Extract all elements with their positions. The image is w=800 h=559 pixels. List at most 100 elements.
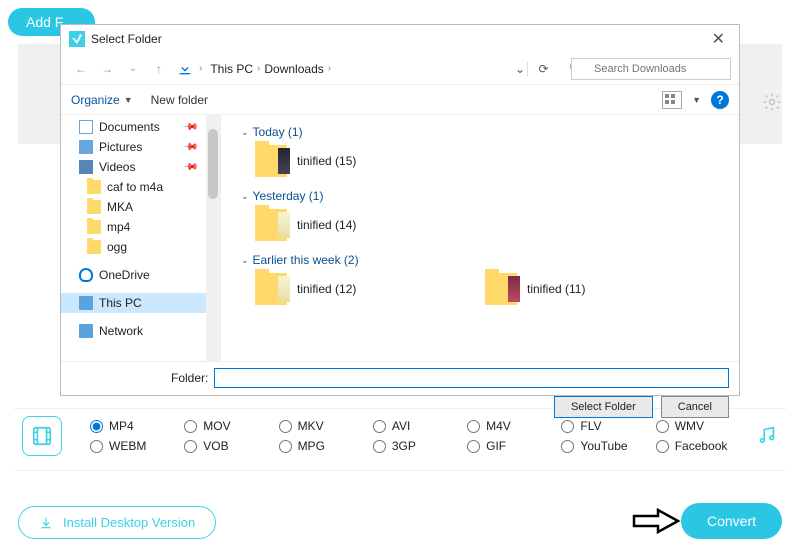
format-label: MPG — [298, 439, 325, 453]
dialog-toolbar: Organize ▼ New folder ▼ ? — [61, 85, 739, 115]
folder-item[interactable]: tinified (14) — [255, 209, 455, 241]
format-radio[interactable] — [279, 440, 292, 453]
format-radio[interactable] — [184, 440, 197, 453]
folder-item-label: tinified (11) — [527, 282, 685, 296]
sidebar-item-mp4[interactable]: mp4 — [61, 217, 220, 237]
group-label: Earlier this week (2) — [253, 253, 359, 267]
breadcrumb[interactable]: This PC › Downloads › ⌄ — [204, 62, 525, 76]
nav-recent-chevron-icon[interactable]: ⌄ — [121, 57, 145, 81]
refresh-button[interactable]: ⟳ — [527, 62, 553, 76]
sidebar-item-thispc[interactable]: This PC — [61, 293, 220, 313]
sidebar-item-pictures[interactable]: Pictures📌 — [61, 137, 220, 157]
folder-item[interactable]: tinified (12) — [255, 273, 455, 305]
video-output-icon[interactable] — [22, 416, 62, 456]
nav-back-button[interactable]: ← — [69, 57, 93, 81]
thispc-icon — [79, 296, 93, 310]
view-mode-button[interactable] — [662, 91, 682, 109]
sidebar-item-label: ogg — [107, 240, 127, 254]
dialog-navbar: ← → ⌄ ↑ › This PC › Downloads › ⌄ ⟳ 🔍 — [61, 53, 739, 85]
chevron-right-icon: › — [257, 63, 260, 74]
sidebar-scrollbar[interactable] — [206, 115, 220, 361]
sidebar-item-network[interactable]: Network — [61, 321, 220, 341]
format-option-3gp[interactable]: 3GP — [373, 439, 455, 453]
format-option-vob[interactable]: VOB — [184, 439, 266, 453]
nav-forward-button[interactable]: → — [95, 57, 119, 81]
folder-icon — [485, 273, 517, 305]
new-folder-button[interactable]: New folder — [151, 93, 208, 107]
install-desktop-button[interactable]: Install Desktop Version — [18, 506, 216, 539]
format-option-webm[interactable]: WEBM — [90, 439, 172, 453]
format-label: VOB — [203, 439, 228, 453]
sidebar-item-label: This PC — [99, 296, 142, 310]
breadcrumb-segment[interactable]: Downloads — [264, 62, 323, 76]
sidebar-item-label: Pictures — [99, 140, 142, 154]
downloads-icon[interactable] — [173, 57, 197, 81]
format-radio[interactable] — [90, 440, 103, 453]
settings-icon[interactable] — [762, 92, 782, 115]
dialog-content[interactable]: ⌄Today (1)tinified (15)⌄Yesterday (1)tin… — [221, 115, 739, 361]
format-radio[interactable] — [467, 440, 480, 453]
sidebar-item-caf[interactable]: caf to m4a — [61, 177, 220, 197]
download-icon — [39, 516, 53, 530]
format-radio[interactable] — [561, 440, 574, 453]
organize-menu[interactable]: Organize ▼ — [71, 93, 133, 107]
chevron-down-icon: ⌄ — [241, 255, 249, 266]
format-radio[interactable] — [373, 440, 386, 453]
cancel-button[interactable]: Cancel — [661, 396, 729, 418]
breadcrumb-segment[interactable]: This PC — [210, 62, 253, 76]
pin-icon: 📌 — [181, 119, 198, 136]
sidebar-item-documents[interactable]: Documents 📌 — [61, 117, 220, 137]
convert-button[interactable]: Convert — [681, 503, 782, 539]
breadcrumb-dropdown-icon[interactable]: ⌄ — [515, 62, 525, 76]
select-folder-button[interactable]: Select Folder — [554, 396, 653, 418]
chevron-down-icon: ⌄ — [241, 127, 249, 138]
dialog-title: Select Folder — [91, 32, 162, 46]
sidebar-item-label: OneDrive — [99, 268, 150, 282]
chevron-down-icon: ▼ — [124, 95, 133, 105]
videos-icon — [79, 160, 93, 174]
content-group-header[interactable]: ⌄Today (1) — [231, 121, 729, 145]
sidebar-item-onedrive[interactable]: OneDrive — [61, 265, 220, 285]
format-label: YouTube — [580, 439, 627, 453]
chevron-right-icon: › — [199, 63, 202, 74]
app-logo-icon — [69, 31, 85, 47]
format-option-youtube[interactable]: YouTube — [561, 439, 643, 453]
sidebar-item-mka[interactable]: MKA — [61, 197, 220, 217]
folder-input[interactable] — [214, 368, 729, 388]
folder-icon — [255, 273, 287, 305]
format-option-mpg[interactable]: MPG — [279, 439, 361, 453]
sidebar-item-label: Network — [99, 324, 143, 338]
format-option-gif[interactable]: GIF — [467, 439, 549, 453]
folder-item-label: tinified (14) — [297, 218, 455, 232]
content-group-header[interactable]: ⌄Yesterday (1) — [231, 185, 729, 209]
content-group-header[interactable]: ⌄ Earlier this week (2) — [231, 249, 729, 273]
nav-up-button[interactable]: ↑ — [147, 57, 171, 81]
dialog-titlebar: Select Folder ✕ — [61, 25, 739, 53]
help-button[interactable]: ? — [711, 91, 729, 109]
audio-output-icon[interactable] — [738, 424, 778, 449]
organize-label: Organize — [71, 93, 120, 107]
sidebar-item-label: caf to m4a — [107, 180, 163, 194]
sidebar-item-videos[interactable]: Videos📌 — [61, 157, 220, 177]
folder-item-label: tinified (15) — [297, 154, 455, 168]
close-button[interactable]: ✕ — [706, 29, 731, 49]
format-label: GIF — [486, 439, 506, 453]
folder-item[interactable]: tinified (11) — [485, 273, 685, 305]
sidebar-item-label: MKA — [107, 200, 133, 214]
pin-icon: 📌 — [181, 159, 198, 176]
pictures-icon — [79, 140, 93, 154]
dialog-sidebar: Documents📌 Pictures📌 Videos📌 caf to m4a … — [61, 115, 221, 361]
format-option-facebook[interactable]: Facebook — [656, 439, 738, 453]
format-label: Facebook — [675, 439, 728, 453]
sidebar-item-label: Documents — [99, 120, 160, 134]
documents-icon — [79, 120, 93, 134]
chevron-down-icon[interactable]: ▼ — [692, 95, 701, 105]
network-icon — [79, 324, 93, 338]
divider — [14, 470, 786, 471]
folder-item[interactable]: tinified (15) — [255, 145, 455, 177]
sidebar-item-ogg[interactable]: ogg — [61, 237, 220, 257]
folder-icon — [255, 145, 287, 177]
group-label: Yesterday (1) — [253, 189, 324, 203]
format-radio[interactable] — [656, 440, 669, 453]
search-input[interactable] — [571, 58, 731, 80]
